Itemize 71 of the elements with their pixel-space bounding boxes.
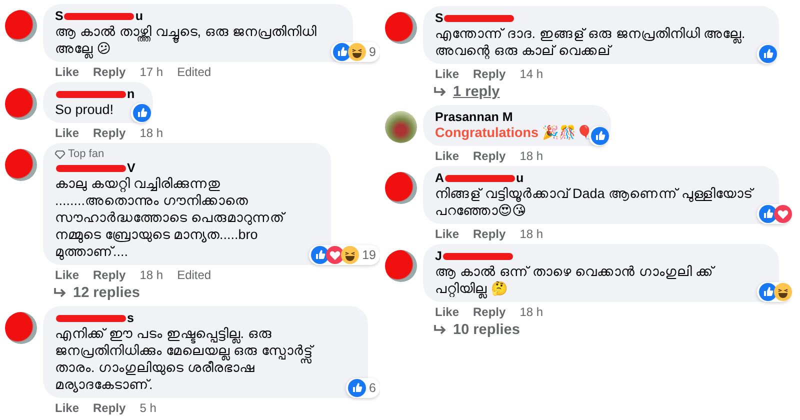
- reply-link[interactable]: Reply: [473, 305, 506, 319]
- commenter-name[interactable]: J: [435, 249, 442, 263]
- commenter-name[interactable]: A: [435, 171, 444, 185]
- commenter-name[interactable]: Prasannan M: [435, 110, 513, 124]
- edited-label: Edited: [177, 268, 212, 282]
- redacted-avatar[interactable]: [5, 312, 37, 344]
- laughing-reaction-icon[interactable]: [341, 246, 360, 264]
- reply-link[interactable]: Reply: [93, 268, 126, 282]
- commenter-name[interactable]: u: [516, 171, 524, 185]
- commenter-name[interactable]: V: [127, 161, 136, 175]
- like-link[interactable]: Like: [435, 305, 460, 319]
- like-link[interactable]: Like: [55, 65, 80, 79]
- like-link[interactable]: Like: [435, 67, 460, 81]
- avatar-photo-placeholder[interactable]: [385, 111, 417, 143]
- top-fan-label: Top fan: [68, 148, 104, 160]
- redacted-avatar[interactable]: [385, 12, 417, 44]
- redacted-avatar[interactable]: [5, 10, 37, 42]
- comment-text: So proud!: [55, 101, 115, 118]
- comment-text: എനിക്ക് ഈ പടം ഇഷ്ടപ്പെട്ടില്ല. ഒരു ജനപ്രതിനിധിക്കും മേലെയല്ല ഒരു സ്പോർട്ട്സ് താരം. ഗാംഗുലിയുടെ ശരീരഭാഷ മര്യാദകേടാണ്.: [55, 325, 316, 393]
- timestamp[interactable]: 17 h: [140, 65, 164, 79]
- redacted-avatar[interactable]: [5, 88, 37, 120]
- timestamp[interactable]: 18 h: [520, 149, 544, 163]
- redacted-avatar[interactable]: [5, 149, 37, 181]
- reply-link[interactable]: Reply: [473, 149, 506, 163]
- commenter-name[interactable]: S: [435, 11, 444, 25]
- comment-text: നിങ്ങള് വട്ടിയൂർക്കാവ് Dada ആണെന്ന് പുള്ളിയോട് പറഞ്ഞോ😍😘: [435, 185, 756, 219]
- like-link[interactable]: Like: [435, 149, 460, 163]
- timestamp[interactable]: 14 h: [520, 67, 544, 81]
- reply-arrow-icon: [433, 324, 447, 336]
- redacted-avatar[interactable]: [385, 250, 417, 282]
- reply-link[interactable]: Reply: [473, 67, 506, 81]
- reply-arrow-icon: [53, 287, 67, 299]
- reaction-summary[interactable]: 19: [309, 245, 380, 265]
- reaction-count[interactable]: 6: [369, 381, 378, 395]
- reply-link[interactable]: Reply: [93, 126, 126, 140]
- diamond-icon: [55, 150, 65, 158]
- reply-link[interactable]: Reply: [93, 65, 126, 79]
- heart-reaction-icon[interactable]: [774, 205, 792, 223]
- reaction-count[interactable]: 9: [369, 45, 378, 59]
- commenter-name[interactable]: s: [127, 311, 134, 325]
- like-link[interactable]: Like: [55, 401, 80, 415]
- reply-link[interactable]: Reply: [473, 227, 506, 241]
- reply-link[interactable]: Reply: [93, 401, 126, 415]
- reaction-summary[interactable]: [757, 282, 791, 302]
- timestamp[interactable]: 5 h: [140, 401, 156, 415]
- laughing-reaction-icon[interactable]: [774, 283, 792, 301]
- view-replies-link[interactable]: 10 replies: [453, 322, 520, 338]
- timestamp[interactable]: 18 h: [520, 305, 544, 319]
- timestamp[interactable]: 18 h: [520, 227, 544, 241]
- like-link[interactable]: Like: [55, 126, 80, 140]
- view-replies-link[interactable]: 12 replies: [73, 285, 140, 301]
- timestamp[interactable]: 18 h: [140, 126, 164, 140]
- reaction-summary[interactable]: 9: [331, 42, 380, 62]
- like-link[interactable]: Like: [435, 227, 460, 241]
- reaction-count[interactable]: 19: [362, 248, 378, 262]
- comment-text: എന്തോന്ന് ദാദ. ഇങ്ങള് ഒരു ജനപ്രതിനിധി അല്ലേ. അവന്റെ ഒരു കാല് വെക്കല്: [435, 25, 746, 59]
- edited-label: Edited: [177, 65, 212, 79]
- reply-arrow-icon: [433, 86, 447, 98]
- like-link[interactable]: Like: [55, 268, 80, 282]
- reaction-summary[interactable]: 6: [346, 378, 380, 398]
- comment-text: Congratulations 🎉🎊🎈: [435, 124, 594, 141]
- view-replies-link[interactable]: 1 reply: [453, 84, 500, 100]
- laughing-reaction-icon[interactable]: [348, 43, 366, 61]
- like-reaction-icon[interactable]: [348, 379, 366, 397]
- timestamp[interactable]: 18 h: [140, 268, 164, 282]
- comment-text: കാലു കയറ്റി വച്ചിരിക്കുന്നതു ........അതൊന്നും ഗൗനിക്കാതെ സൗഹാർദ്ധത്തോടെ പെരുമാറുന്നത് നമ്മുടെ ബ്രോയുടെ മാന്യത.....bro മുത്താണ്....: [55, 175, 287, 260]
- commenter-name[interactable]: n: [127, 87, 135, 101]
- redacted-avatar[interactable]: [385, 172, 417, 204]
- comment-text: ആ കാൽ ഒന്ന് താഴെ വെക്കാൻ ഗാംഗുലി ക്ക് പറ്റിയില്ല 🤔: [435, 263, 761, 297]
- commenter-name[interactable]: S: [55, 9, 64, 23]
- commenter-name[interactable]: u: [135, 9, 143, 23]
